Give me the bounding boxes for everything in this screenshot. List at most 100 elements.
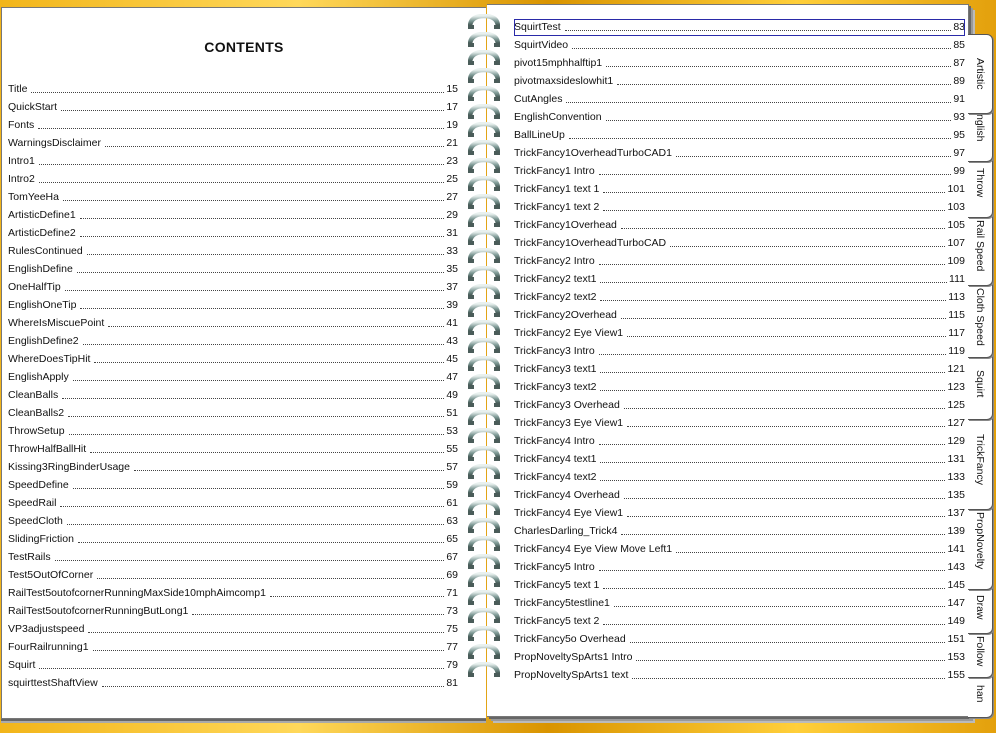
toc-entry[interactable]: Intro2 25 bbox=[8, 170, 458, 188]
toc-entry[interactable]: TrickFancy3 text2 123 bbox=[514, 378, 965, 396]
toc-entry-title: Kissing3RingBinderUsage bbox=[8, 461, 130, 473]
toc-entry[interactable]: WhereIsMiscuePoint 41 bbox=[8, 314, 458, 332]
dot-leader bbox=[269, 596, 445, 597]
toc-entry[interactable]: TrickFancy4 Overhead 135 bbox=[514, 486, 965, 504]
toc-entry[interactable]: CleanBalls 49 bbox=[8, 386, 458, 404]
toc-entry[interactable]: TomYeeHa 27 bbox=[8, 188, 458, 206]
toc-entry[interactable]: SquirtVideo 85 bbox=[514, 36, 965, 54]
toc-entry[interactable]: RailTest5outofcornerRunningButLong1 73 bbox=[8, 602, 458, 620]
toc-entry[interactable]: EnglishDefine 35 bbox=[8, 260, 458, 278]
toc-entry[interactable]: ArtisticDefine2 31 bbox=[8, 224, 458, 242]
toc-entry[interactable]: Squirt 79 bbox=[8, 656, 458, 674]
toc-entry[interactable]: FourRailrunning1 77 bbox=[8, 638, 458, 656]
toc-entry[interactable]: TrickFancy3 Overhead 125 bbox=[514, 396, 965, 414]
toc-entry[interactable]: TrickFancy4 text2 133 bbox=[514, 468, 965, 486]
toc-entry[interactable]: TrickFancy5 Intro 143 bbox=[514, 558, 965, 576]
toc-entry[interactable]: QuickStart 17 bbox=[8, 98, 458, 116]
toc-entry[interactable]: Fonts 19 bbox=[8, 116, 458, 134]
tab-artistic[interactable]: Artistic bbox=[968, 34, 993, 114]
toc-entry[interactable]: CutAngles 91 bbox=[514, 90, 965, 108]
toc-entry[interactable]: SpeedRail 61 bbox=[8, 494, 458, 512]
toc-entry[interactable]: TrickFancy2Overhead 115 bbox=[514, 306, 965, 324]
toc-entry[interactable]: TrickFancy3 text1 121 bbox=[514, 360, 965, 378]
toc-entry[interactable]: Intro1 23 bbox=[8, 152, 458, 170]
toc-entry[interactable]: pivot15mphhalftip1 87 bbox=[514, 54, 965, 72]
toc-entry[interactable]: SpeedCloth 63 bbox=[8, 512, 458, 530]
toc-entry-page: 39 bbox=[446, 299, 458, 311]
toc-entry[interactable]: TrickFancy1OverheadTurboCAD1 97 bbox=[514, 144, 965, 162]
toc-entry[interactable]: TrickFancy1 text 2 103 bbox=[514, 198, 965, 216]
toc-entry[interactable]: WhereDoesTipHit 45 bbox=[8, 350, 458, 368]
tab-label: Squirt bbox=[974, 370, 986, 398]
toc-entry[interactable]: Title 15 bbox=[8, 80, 458, 98]
toc-entry-page: 63 bbox=[446, 515, 458, 527]
toc-entry[interactable]: RailTest5outofcornerRunningMaxSide10mphA… bbox=[8, 584, 458, 602]
toc-entry[interactable]: TrickFancy5testline1 147 bbox=[514, 594, 965, 612]
toc-entry[interactable]: EnglishConvention 93 bbox=[514, 108, 965, 126]
toc-entry[interactable]: TrickFancy2 Eye View1 117 bbox=[514, 324, 965, 342]
toc-entry-page: 33 bbox=[446, 245, 458, 257]
toc-entry[interactable]: WarningsDisclaimer 21 bbox=[8, 134, 458, 152]
toc-entry[interactable]: TrickFancy4 Intro 129 bbox=[514, 432, 965, 450]
tab-label: han bbox=[974, 685, 986, 703]
toc-entry[interactable]: Test5OutOfCorner 69 bbox=[8, 566, 458, 584]
toc-entry[interactable]: squirttestShaftView 81 bbox=[8, 674, 458, 692]
toc-entry[interactable]: TrickFancy1OverheadTurboCAD 107 bbox=[514, 234, 965, 252]
toc-entry[interactable]: RulesContinued 33 bbox=[8, 242, 458, 260]
toc-entry[interactable]: TrickFancy4 text1 131 bbox=[514, 450, 965, 468]
dot-leader bbox=[82, 344, 445, 345]
toc-entry[interactable]: TrickFancy3 Eye View1 127 bbox=[514, 414, 965, 432]
tab-squirt[interactable]: Squirt bbox=[968, 348, 993, 420]
toc-entry[interactable]: TrickFancy1 text 1 101 bbox=[514, 180, 965, 198]
toc-entry[interactable]: TrickFancy3 Intro 119 bbox=[514, 342, 965, 360]
toc-entry[interactable]: EnglishApply 47 bbox=[8, 368, 458, 386]
toc-entry[interactable]: pivotmaxsideslowhit1 89 bbox=[514, 72, 965, 90]
toc-entry-page: 143 bbox=[947, 561, 965, 573]
toc-entry[interactable]: VP3adjustspeed 75 bbox=[8, 620, 458, 638]
toc-entry-page: 89 bbox=[953, 75, 965, 87]
binder-ring bbox=[468, 14, 500, 29]
toc-entry[interactable]: TrickFancy4 Eye View Move Left1 141 bbox=[514, 540, 965, 558]
toc-entry[interactable]: TrickFancy2 Intro 109 bbox=[514, 252, 965, 270]
toc-entry[interactable]: TestRails 67 bbox=[8, 548, 458, 566]
toc-entry[interactable]: TrickFancy5 text 1 145 bbox=[514, 576, 965, 594]
toc-entry[interactable]: SpeedDefine 59 bbox=[8, 476, 458, 494]
toc-entry[interactable]: TrickFancy5o Overhead 151 bbox=[514, 630, 965, 648]
toc-entry[interactable]: PropNoveltySpArts1 text 155 bbox=[514, 666, 965, 684]
toc-entry[interactable]: EnglishDefine2 43 bbox=[8, 332, 458, 350]
toc-entry-page: 77 bbox=[446, 641, 458, 653]
toc-entry[interactable]: SquirtTest 83 bbox=[514, 18, 965, 36]
toc-entry[interactable]: ThrowHalfBallHit 55 bbox=[8, 440, 458, 458]
tab-cloth-speed[interactable]: Cloth Speed bbox=[968, 276, 993, 358]
toc-entry[interactable]: CleanBalls2 51 bbox=[8, 404, 458, 422]
toc-entry-title: PropNoveltySpArts1 text bbox=[514, 669, 629, 681]
toc-entry-title: ThrowHalfBallHit bbox=[8, 443, 87, 455]
toc-entry[interactable]: Kissing3RingBinderUsage 57 bbox=[8, 458, 458, 476]
tab-rail-speed[interactable]: Rail Speed bbox=[968, 206, 993, 286]
toc-entry[interactable]: SlidingFriction 65 bbox=[8, 530, 458, 548]
binder-ring bbox=[468, 230, 500, 245]
dot-leader bbox=[66, 524, 445, 525]
toc-entry-title: TrickFancy1OverheadTurboCAD bbox=[514, 237, 667, 249]
toc-entry[interactable]: BallLineUp 95 bbox=[514, 126, 965, 144]
toc-entry[interactable]: PropNoveltySpArts1 Intro 153 bbox=[514, 648, 965, 666]
toc-entry[interactable]: TrickFancy1Overhead 105 bbox=[514, 216, 965, 234]
toc-entry[interactable]: TrickFancy4 Eye View1 137 bbox=[514, 504, 965, 522]
toc-entry[interactable]: ArtisticDefine1 29 bbox=[8, 206, 458, 224]
toc-entry-title: EnglishDefine bbox=[8, 263, 73, 275]
binder-ring bbox=[468, 554, 500, 569]
toc-entry[interactable]: TrickFancy2 text1 111 bbox=[514, 270, 965, 288]
dot-leader bbox=[670, 246, 946, 247]
toc-entry[interactable]: TrickFancy1 Intro 99 bbox=[514, 162, 965, 180]
toc-entry[interactable]: OneHalfTip 37 bbox=[8, 278, 458, 296]
toc-entry-page: 71 bbox=[446, 587, 458, 599]
toc-entry[interactable]: EnglishOneTip 39 bbox=[8, 296, 458, 314]
toc-entry[interactable]: TrickFancy2 text2 113 bbox=[514, 288, 965, 306]
toc-entry[interactable]: CharlesDarling_Trick4 139 bbox=[514, 522, 965, 540]
tab-trickfancy[interactable]: TrickFancy bbox=[968, 408, 993, 510]
dot-leader bbox=[77, 542, 445, 543]
toc-entry-title: TrickFancy5o Overhead bbox=[514, 633, 626, 645]
toc-entry[interactable]: TrickFancy5 text 2 149 bbox=[514, 612, 965, 630]
toc-entry-title: CutAngles bbox=[514, 93, 563, 105]
toc-entry[interactable]: ThrowSetup 53 bbox=[8, 422, 458, 440]
